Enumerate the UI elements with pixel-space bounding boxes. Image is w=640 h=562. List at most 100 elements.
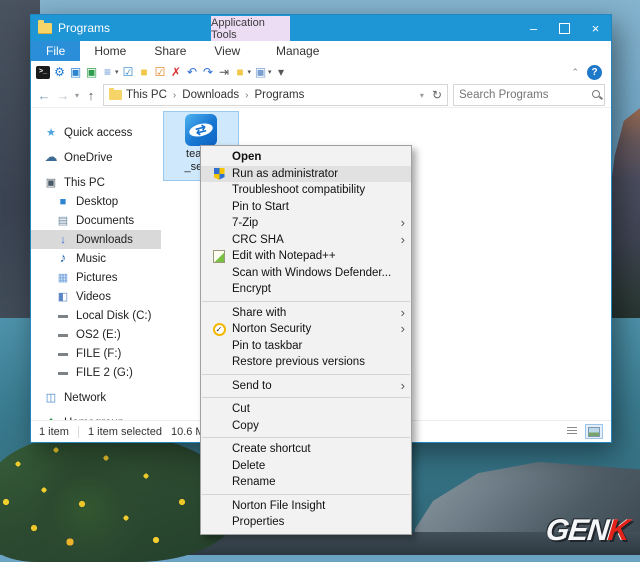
tab-file[interactable]: File bbox=[31, 41, 80, 61]
menu-item-pin-to-taskbar[interactable]: Pin to taskbar bbox=[201, 338, 411, 355]
forward-icon[interactable]: → bbox=[56, 88, 70, 103]
menu-item-norton-security[interactable]: Norton Security› bbox=[201, 321, 411, 338]
sidebar-item-icon bbox=[56, 271, 70, 285]
menu-separator bbox=[202, 397, 410, 398]
breadcrumb-programs[interactable]: Programs bbox=[255, 89, 311, 101]
sidebar-item-onedrive[interactable]: OneDrive bbox=[31, 148, 161, 167]
back-icon[interactable]: ← bbox=[37, 88, 51, 103]
menu-item-rename[interactable]: Rename bbox=[201, 474, 411, 491]
refresh-icon[interactable]: ↻ bbox=[432, 88, 442, 102]
breadcrumb-downloads[interactable]: Downloads› bbox=[182, 89, 248, 101]
genk-watermark: GENK bbox=[544, 514, 630, 548]
address-breadcrumb-bar[interactable]: This PC› Downloads› Programs ▾ ↻ bbox=[103, 84, 448, 106]
menu-item-open[interactable]: Open bbox=[201, 149, 411, 166]
breadcrumb-separator-icon: › bbox=[173, 90, 176, 101]
sidebar-item-local-disk-c[interactable]: Local Disk (C:) bbox=[31, 306, 161, 325]
title-bar[interactable]: Programs Application Tools – × bbox=[31, 15, 611, 41]
sidebar-item-icon bbox=[44, 126, 58, 140]
sidebar-item-icon bbox=[44, 176, 58, 190]
sidebar-item-os2-e[interactable]: OS2 (E:) bbox=[31, 325, 161, 344]
menu-item-troubleshoot-compatibility[interactable]: Troubleshoot compatibility bbox=[201, 182, 411, 199]
tab-manage[interactable]: Manage bbox=[258, 41, 337, 61]
qat-new-folder-icon[interactable]: ■ bbox=[138, 65, 151, 79]
context-menu: OpenRun as administratorTroubleshoot com… bbox=[200, 145, 412, 535]
sidebar-item-this-pc[interactable]: This PC bbox=[31, 173, 161, 192]
sidebar-item-icon bbox=[56, 346, 70, 361]
sidebar-item-documents[interactable]: Documents bbox=[31, 211, 161, 230]
ribbon-collapse-icon[interactable]: ⌃ bbox=[571, 67, 579, 78]
sidebar-item-icon bbox=[56, 327, 70, 342]
navigation-pane: Quick access OneDrive This PCDesktopDocume… bbox=[31, 108, 161, 420]
details-view-button[interactable] bbox=[563, 424, 581, 439]
recent-locations-icon[interactable]: ▾ bbox=[75, 91, 79, 100]
search-input[interactable] bbox=[454, 89, 590, 101]
menu-item-properties[interactable]: Properties bbox=[201, 514, 411, 531]
qat-move-to-icon[interactable]: ■▾ bbox=[234, 65, 252, 79]
sidebar-item-homegroup[interactable]: Homegroup bbox=[31, 413, 161, 420]
sidebar-item-videos[interactable]: Videos bbox=[31, 287, 161, 306]
sidebar-item-desktop[interactable]: Desktop bbox=[31, 192, 161, 211]
menu-item-run-as-administrator[interactable]: Run as administrator bbox=[201, 166, 411, 183]
sidebar-item-network[interactable]: Network bbox=[31, 388, 161, 407]
qat-undo-icon[interactable]: ↶ bbox=[186, 65, 199, 79]
teamviewer-file-icon bbox=[185, 114, 217, 146]
dropdown-icon: ▾ bbox=[115, 68, 119, 76]
qat-settings-icon[interactable]: ⚙ bbox=[53, 65, 66, 79]
address-dropdown-icon[interactable]: ▾ bbox=[420, 91, 424, 100]
window-title: Programs bbox=[58, 21, 110, 35]
menu-item-create-shortcut[interactable]: Create shortcut bbox=[201, 441, 411, 458]
minimize-button[interactable]: – bbox=[518, 15, 549, 41]
address-bar-row: ← → ▾ ↑ This PC› Downloads› Programs ▾ ↻ bbox=[31, 83, 611, 108]
qat-remote-assistance-icon[interactable]: ▣ bbox=[69, 65, 82, 79]
sidebar-item-quick-access[interactable]: Quick access bbox=[31, 123, 161, 142]
search-box[interactable] bbox=[453, 84, 605, 106]
menu-item-norton-file-insight[interactable]: Norton File Insight bbox=[201, 498, 411, 515]
sidebar-item-pictures[interactable]: Pictures bbox=[31, 268, 161, 287]
maximize-button[interactable] bbox=[549, 15, 580, 41]
qat-overflow-icon[interactable]: ▾ bbox=[275, 65, 288, 79]
sidebar-item-file-f[interactable]: FILE (F:) bbox=[31, 344, 161, 363]
menu-item-encrypt[interactable]: Encrypt bbox=[201, 281, 411, 298]
tab-home[interactable]: Home bbox=[80, 41, 140, 61]
qat-command-prompt-icon[interactable]: >_ bbox=[36, 66, 50, 79]
dropdown-icon: ▾ bbox=[248, 68, 252, 76]
ribbon-tab-bar: FileHomeShareViewManage bbox=[31, 41, 611, 61]
window-folder-icon bbox=[38, 23, 52, 34]
sidebar-item-file-2-g[interactable]: FILE 2 (G:) bbox=[31, 363, 161, 382]
qat-rename-icon[interactable]: ⇥ bbox=[218, 65, 231, 79]
qat-computer-icon[interactable]: ▣ bbox=[85, 65, 98, 79]
qat-system-properties-icon[interactable]: ☑ bbox=[122, 65, 135, 79]
large-icons-view-button[interactable] bbox=[585, 424, 603, 439]
menu-item-crc-sha[interactable]: CRC SHA› bbox=[201, 232, 411, 249]
menu-item-7-zip[interactable]: 7-Zip› bbox=[201, 215, 411, 232]
up-icon[interactable]: ↑ bbox=[84, 88, 98, 103]
qat-checklist-icon[interactable]: ≡▾ bbox=[101, 65, 119, 79]
sidebar-item-downloads[interactable]: Downloads bbox=[31, 230, 161, 249]
sidebar-item-music[interactable]: Music bbox=[31, 249, 161, 268]
application-tools-tab[interactable]: Application Tools bbox=[211, 16, 290, 41]
qat-copy-to-icon[interactable]: ▣▾ bbox=[254, 65, 272, 79]
qat-redo-icon[interactable]: ↷ bbox=[202, 65, 215, 79]
sidebar-item-icon bbox=[56, 233, 70, 247]
menu-item-icon bbox=[206, 323, 232, 336]
qat-checkbox-icon[interactable]: ☑ bbox=[154, 65, 167, 79]
tab-share[interactable]: Share bbox=[140, 41, 200, 61]
menu-item-scan-with-windows-defender[interactable]: Scan with Windows Defender... bbox=[201, 265, 411, 282]
qat-delete-icon[interactable]: ✗ bbox=[170, 65, 183, 79]
breadcrumb-separator-icon: › bbox=[245, 90, 248, 101]
menu-item-delete[interactable]: Delete bbox=[201, 458, 411, 475]
menu-item-share-with[interactable]: Share with› bbox=[201, 305, 411, 322]
tab-view[interactable]: View bbox=[200, 41, 254, 61]
search-icon[interactable] bbox=[590, 88, 604, 102]
help-icon[interactable]: ? bbox=[587, 65, 602, 80]
close-button[interactable]: × bbox=[580, 15, 611, 41]
menu-item-edit-with-notepad[interactable]: Edit with Notepad++ bbox=[201, 248, 411, 265]
menu-item-cut[interactable]: Cut bbox=[201, 401, 411, 418]
menu-item-copy[interactable]: Copy bbox=[201, 418, 411, 435]
breadcrumb-this-pc[interactable]: This PC› bbox=[126, 89, 176, 101]
menu-item-send-to[interactable]: Send to› bbox=[201, 378, 411, 395]
menu-separator bbox=[202, 374, 410, 375]
menu-separator bbox=[202, 437, 410, 438]
menu-item-restore-previous-versions[interactable]: Restore previous versions bbox=[201, 354, 411, 371]
menu-item-pin-to-start[interactable]: Pin to Start bbox=[201, 199, 411, 216]
